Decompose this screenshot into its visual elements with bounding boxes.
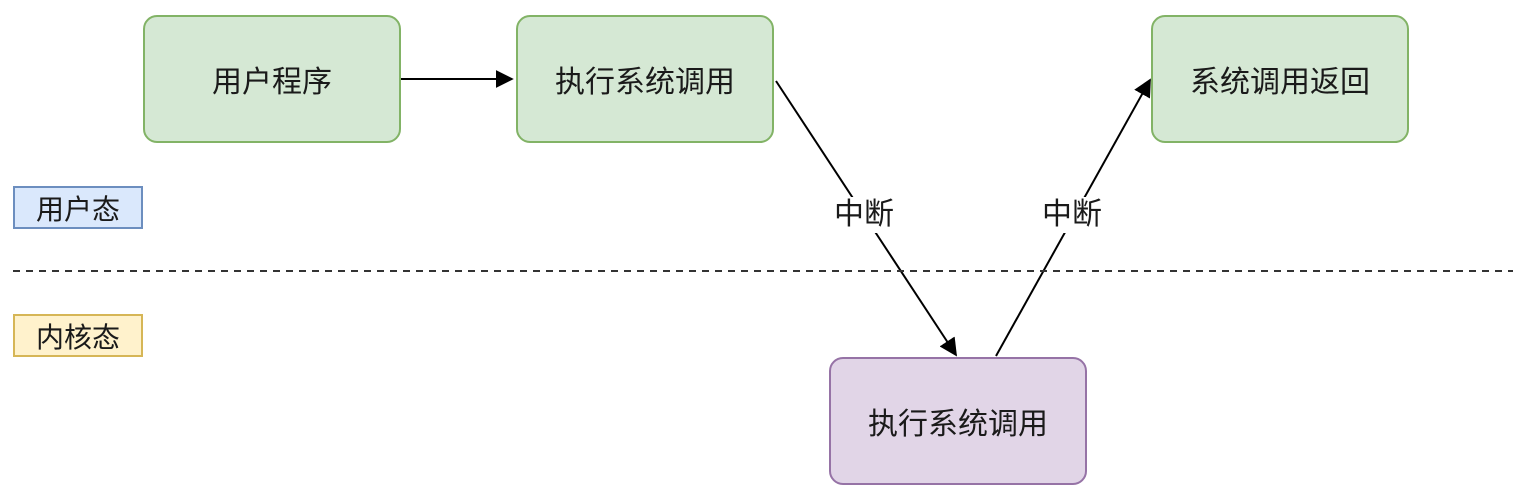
user-mode-label: 用户态 <box>35 192 120 226</box>
interrupt-label-down: 中断 <box>830 197 898 233</box>
kernel-mode-tag: 内核态 <box>13 314 143 357</box>
kernel-mode-label: 内核态 <box>35 320 120 354</box>
node-exec-syscall-user: 执行系统调用 <box>516 15 774 143</box>
interrupt-label-up: 中断 <box>1038 197 1106 233</box>
user-mode-tag: 用户态 <box>13 186 143 229</box>
node-exec-syscall-kernel: 执行系统调用 <box>829 357 1087 485</box>
node-syscall-return-label: 系统调用返回 <box>1190 65 1370 100</box>
node-exec-syscall-user-label: 执行系统调用 <box>555 65 735 100</box>
node-exec-syscall-kernel-label: 执行系统调用 <box>868 407 1048 442</box>
node-syscall-return: 系统调用返回 <box>1151 15 1409 143</box>
node-user-program-label: 用户程序 <box>212 65 332 100</box>
node-user-program: 用户程序 <box>143 15 401 143</box>
diagram-canvas: 用户程序 执行系统调用 系统调用返回 执行系统调用 用户态 内核态 中断 中断 <box>0 0 1519 504</box>
